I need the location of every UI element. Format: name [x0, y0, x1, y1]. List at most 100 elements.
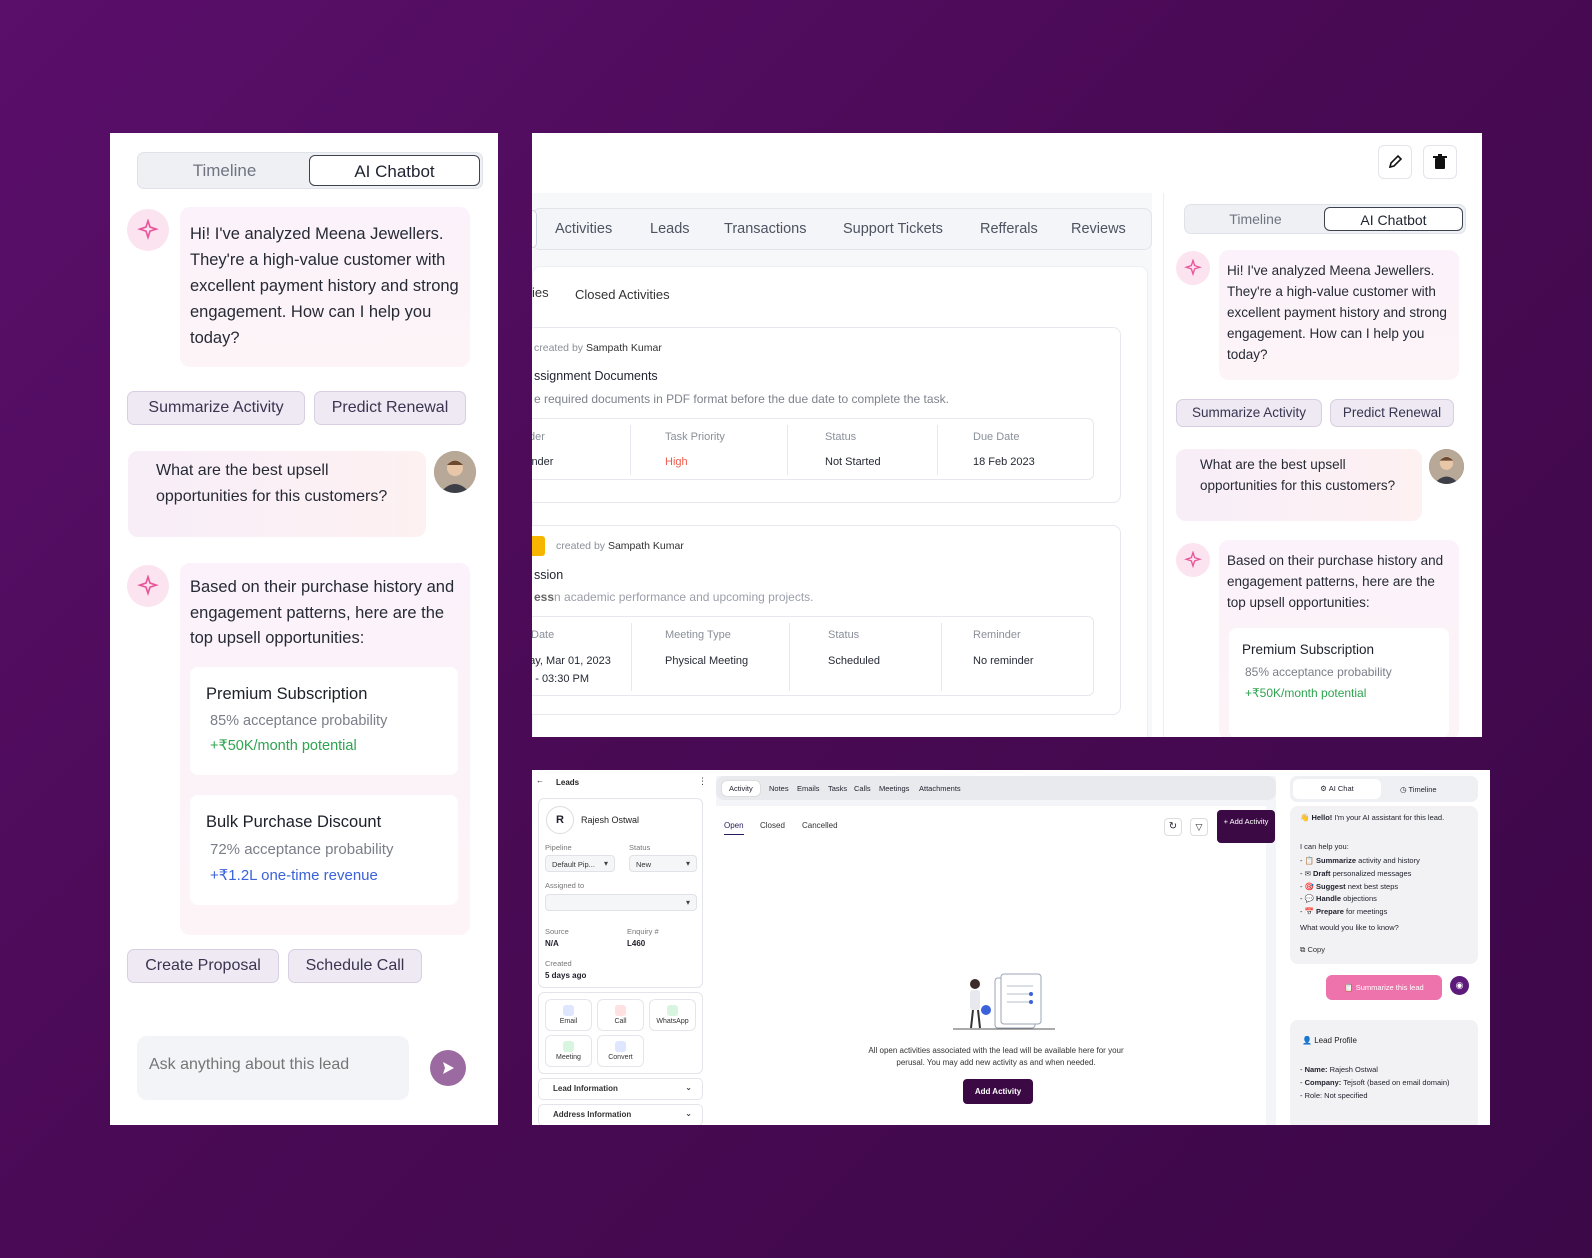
user-question-text: What are the best upsell opportunities f… [156, 462, 388, 505]
predict-renewal-chip[interactable]: Predict Renewal [314, 391, 466, 425]
assigned-select[interactable] [545, 894, 697, 911]
tab-calls[interactable]: Calls [854, 784, 871, 793]
copy-icon: ⧉ [1300, 945, 1306, 954]
user-question-bubble: What are the best upsell opportunities f… [128, 451, 426, 537]
quick-actions: Email Call WhatsApp Meeting Convert [538, 992, 703, 1074]
enquiry-value: L460 [627, 939, 646, 948]
tab-leads[interactable]: Leads [650, 221, 690, 237]
tab-attachments[interactable]: Attachments [919, 784, 961, 793]
assigned-label: Assigned to [545, 881, 585, 890]
more-options-icon[interactable]: ⋮ [698, 776, 707, 787]
refresh-icon[interactable]: ↻ [1164, 818, 1182, 836]
activity-card-meeting[interactable]: created by Sampath Kumar ssion essn acad… [532, 525, 1121, 715]
tab-open[interactable]: Open [724, 821, 744, 835]
person-icon: 👤 [1302, 1036, 1312, 1045]
ai-greeting-bubble: Hi! I've analyzed Meena Jewellers. They'… [1219, 250, 1459, 380]
copy-button[interactable]: ⧉ Copy [1300, 945, 1325, 955]
created-by-name: Sampath Kumar [585, 342, 662, 354]
summarize-lead-button[interactable]: 📋 Summarize this lead [1326, 975, 1442, 1000]
status-label: Status [629, 843, 651, 852]
tab-transactions[interactable]: Transactions [724, 221, 806, 237]
leads-back-label[interactable]: Leads [556, 778, 579, 787]
email-action[interactable]: Email [545, 999, 592, 1031]
tab-ai-chatbot[interactable]: AI Chatbot [1324, 207, 1463, 231]
lead-top-tabs: Activity Notes Emails Tasks Calls Meetin… [716, 776, 1276, 800]
clipboard-icon: 📋 [1344, 983, 1354, 992]
reminder-value: No reminder [973, 655, 1034, 667]
ai-answer-intro: Based on their purchase history and enga… [190, 578, 455, 647]
opportunity-value: +₹1.2L one-time revenue [210, 867, 378, 884]
empty-state-illustration [951, 972, 1061, 1032]
summarize-activity-chip[interactable]: Summarize Activity [127, 391, 305, 425]
opportunity-card[interactable]: Premium Subscription 85% acceptance prob… [1229, 628, 1449, 737]
back-arrow-icon[interactable]: ← [536, 776, 544, 785]
empty-state-text: All open activities associated with the … [868, 1046, 1124, 1067]
tab-emails[interactable]: Emails [797, 784, 820, 793]
activity-title: ssignment Documents [534, 369, 658, 383]
tab-refferals[interactable]: Refferals [980, 221, 1038, 237]
add-activity-button[interactable]: Add Activity [963, 1079, 1033, 1104]
delete-button[interactable] [1423, 145, 1457, 179]
tab-notes[interactable]: Notes [769, 784, 789, 793]
predict-renewal-chip[interactable]: Predict Renewal [1330, 399, 1454, 427]
add-activity-top-button[interactable]: + Add Activity [1217, 810, 1275, 843]
status-select[interactable]: New [629, 855, 697, 872]
open-activities-tab[interactable]: ies [532, 285, 549, 300]
closed-activities-tab[interactable]: Closed Activities [575, 287, 670, 302]
date-value: day, Mar 01, 2023 [532, 655, 611, 667]
whatsapp-action[interactable]: WhatsApp [649, 999, 696, 1031]
tab-timeline[interactable]: Timeline [140, 155, 309, 186]
opportunity-probability: 85% acceptance probability [1245, 665, 1392, 679]
ai-greeting-text: Hi! I've analyzed Meena Jewellers. They'… [190, 225, 459, 347]
tab-ai-chat[interactable]: ⚙ AI Chat [1293, 779, 1381, 799]
activity-meta-table: der inder Task Priority High Status Not … [532, 418, 1094, 480]
activities-container: ies Closed Activities created by Sampath… [532, 266, 1148, 737]
meta-label: Meeting Type [665, 629, 731, 641]
filter-icon[interactable]: ▽ [1190, 818, 1208, 836]
calendar-icon [563, 1041, 574, 1052]
meeting-type-badge [532, 536, 545, 556]
lead-summary-card: R Rajesh Ostwal Pipeline Default Pip... … [538, 798, 703, 988]
chat-input[interactable] [149, 1056, 399, 1074]
status-value: Not Started [825, 456, 881, 468]
lead-information-section[interactable]: Lead Information ⌄ [538, 1078, 703, 1100]
view-switcher: Timeline AI Chatbot [1184, 204, 1466, 234]
convert-action[interactable]: Convert [597, 1035, 644, 1067]
ai-answer-bubble: Based on their purchase history and enga… [1219, 540, 1459, 737]
create-proposal-button[interactable]: Create Proposal [127, 949, 279, 983]
edit-button[interactable] [1378, 145, 1412, 179]
tab-timeline[interactable]: Timeline [1187, 207, 1324, 231]
user-question-text: What are the best upsell opportunities f… [1200, 457, 1396, 493]
email-icon [563, 1005, 574, 1016]
call-action[interactable]: Call [597, 999, 644, 1031]
robot-icon: ⚙ [1320, 784, 1328, 793]
tab-tasks[interactable]: Tasks [828, 784, 847, 793]
capability-list: - 📋 Summarize activity and history - ✉ D… [1300, 856, 1420, 917]
activity-card-task[interactable]: created by Sampath Kumar ssignment Docum… [532, 327, 1121, 503]
pipeline-label: Pipeline [545, 843, 572, 852]
address-information-section[interactable]: Address Information ⌄ [538, 1104, 703, 1125]
tab-cancelled[interactable]: Cancelled [802, 821, 838, 830]
tab-activities[interactable]: Activities [555, 221, 612, 237]
activity-area: Activity Notes Emails Tasks Calls Meetin… [716, 776, 1276, 1125]
opportunity-card[interactable]: Premium Subscription 85% acceptance prob… [190, 667, 458, 775]
send-button[interactable] [430, 1050, 466, 1086]
whatsapp-icon [667, 1005, 678, 1016]
tab-closed[interactable]: Closed [760, 821, 785, 830]
meeting-action[interactable]: Meeting [545, 1035, 592, 1067]
schedule-call-button[interactable]: Schedule Call [288, 949, 422, 983]
summarize-activity-chip[interactable]: Summarize Activity [1176, 399, 1322, 427]
opportunity-card[interactable]: Bulk Purchase Discount 72% acceptance pr… [190, 795, 458, 905]
tab-ai-chatbot[interactable]: AI Chatbot [309, 155, 480, 186]
tab-activity[interactable]: Activity [721, 780, 761, 797]
lead-profile-message: 👤 Lead Profile - Name: Rajesh Ostwal - C… [1290, 1020, 1478, 1125]
tab-timeline[interactable]: ◷ Timeline [1400, 785, 1437, 794]
pipeline-select[interactable]: Default Pip... [545, 855, 615, 872]
tab-meetings[interactable]: Meetings [879, 784, 909, 793]
profile-details: - Name: Rajesh Ostwal - Company: Tejsoft… [1300, 1065, 1450, 1100]
ai-chatbot-panel-large: Timeline AI Chatbot Hi! I've analyzed Me… [110, 133, 498, 1125]
tab-support-tickets[interactable]: Support Tickets [843, 221, 943, 237]
tab-reviews[interactable]: Reviews [1071, 221, 1126, 237]
ai-question: What would you like to know? [1300, 923, 1399, 932]
tab-selected-partial[interactable] [532, 210, 537, 248]
